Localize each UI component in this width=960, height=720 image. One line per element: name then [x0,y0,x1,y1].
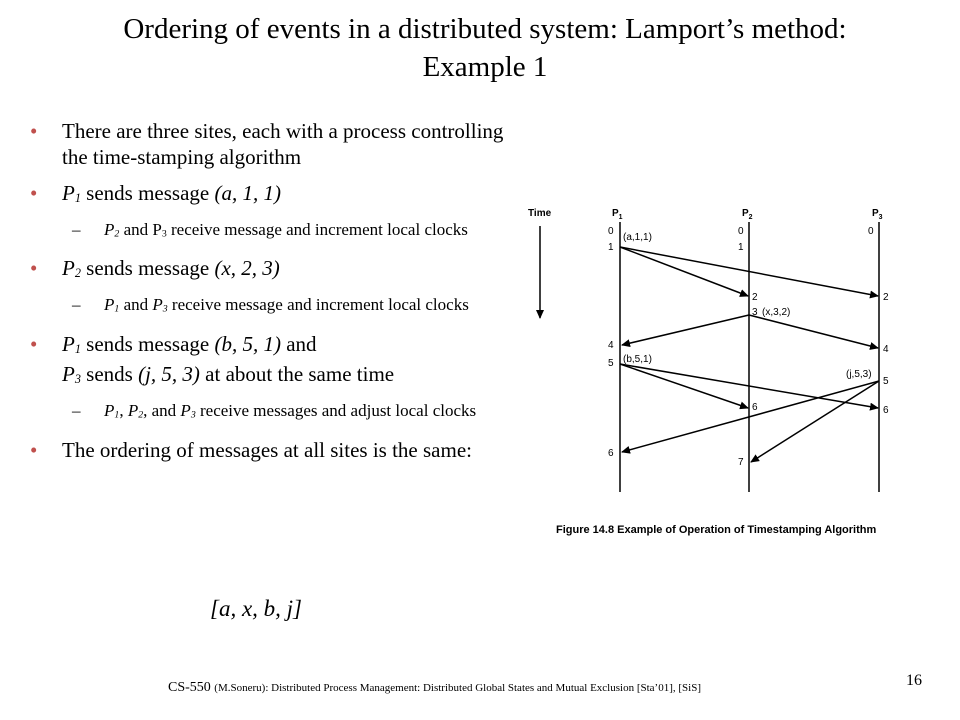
page-number: 16 [906,672,922,689]
message-a-to-p2 [619,246,749,297]
p1-clock-0: 0 [608,226,614,237]
p2-clock-1: 1 [738,242,744,253]
time-label: Time [528,208,552,219]
p1-clock-1: 1 [608,242,614,253]
p1-clock-6: 6 [608,448,614,459]
p2-clock-7: 7 [738,457,744,468]
title-line-2: Example 1 [422,51,548,83]
footer-course: CS-550 [168,680,215,695]
bullet-p1-p3-send: P1 sends message (b, 5, 1) andP3 sends (… [28,331,508,393]
message-b-label: (b,5,1) [623,354,652,365]
message-x-label: (x,3,2) [762,307,790,318]
p3-clock-5: 5 [883,376,889,387]
subbullet-all-receive: – P1, P2, and P3 receive messages and adj… [72,401,477,421]
timestamp-diagram: Time P1 P2 P3 0 1 4 5 6 0 1 2 3 6 7 0 2 … [528,208,889,536]
message-b-to-p2 [619,363,749,410]
p2-clock-0: 0 [738,226,744,237]
bullet-list: There are three sites, each with a proce… [28,118,508,473]
p3-clock-6: 6 [883,405,889,416]
subbullet-p1-p3-receive: – P1 and P3 receive message and increment… [72,295,469,315]
message-j-to-p1 [621,380,880,454]
message-x-to-p3 [748,314,879,350]
footer-detail: (M.Soneru): Distributed Process Manageme… [214,682,701,694]
p1-label: P1 [612,208,623,221]
figure-caption: Figure 14.8 Example of Operation of Time… [556,524,876,536]
bullet-ordering: The ordering of messages at all sites is… [28,437,508,463]
title-line-1: Ordering of events in a distributed syst… [123,13,847,45]
message-x-to-p1 [621,314,750,348]
subbullet-p2-p3-receive: – P2 and P3 receive message and increment… [72,219,468,240]
p1-clock-5: 5 [608,358,614,369]
p3-label: P3 [872,208,883,221]
message-j-to-p2 [750,380,880,463]
bullet-p2-sends-x: P2 sends message (x, 2, 3) [28,255,508,286]
bullet-p1-sends-a: P1 sends message (a, 1, 1) [28,180,508,211]
p2-label: P2 [742,208,753,221]
p2-clock-2: 2 [752,292,758,303]
p3-clock-0: 0 [868,226,874,237]
bullet-three-sites: There are three sites, each with a proce… [28,118,508,170]
slide-title: Ordering of events in a distributed syst… [40,10,930,86]
p1-clock-4: 4 [608,340,614,351]
p3-clock-2: 2 [883,292,889,303]
footer: CS-550 (M.Soneru): Distributed Process M… [168,680,701,696]
p3-clock-4: 4 [883,344,889,355]
message-a-label: (a,1,1) [623,232,652,243]
message-j-label: (j,5,3) [846,369,872,380]
p2-clock-6: 6 [752,402,758,413]
message-order: [a, x, b, j] [210,596,302,621]
